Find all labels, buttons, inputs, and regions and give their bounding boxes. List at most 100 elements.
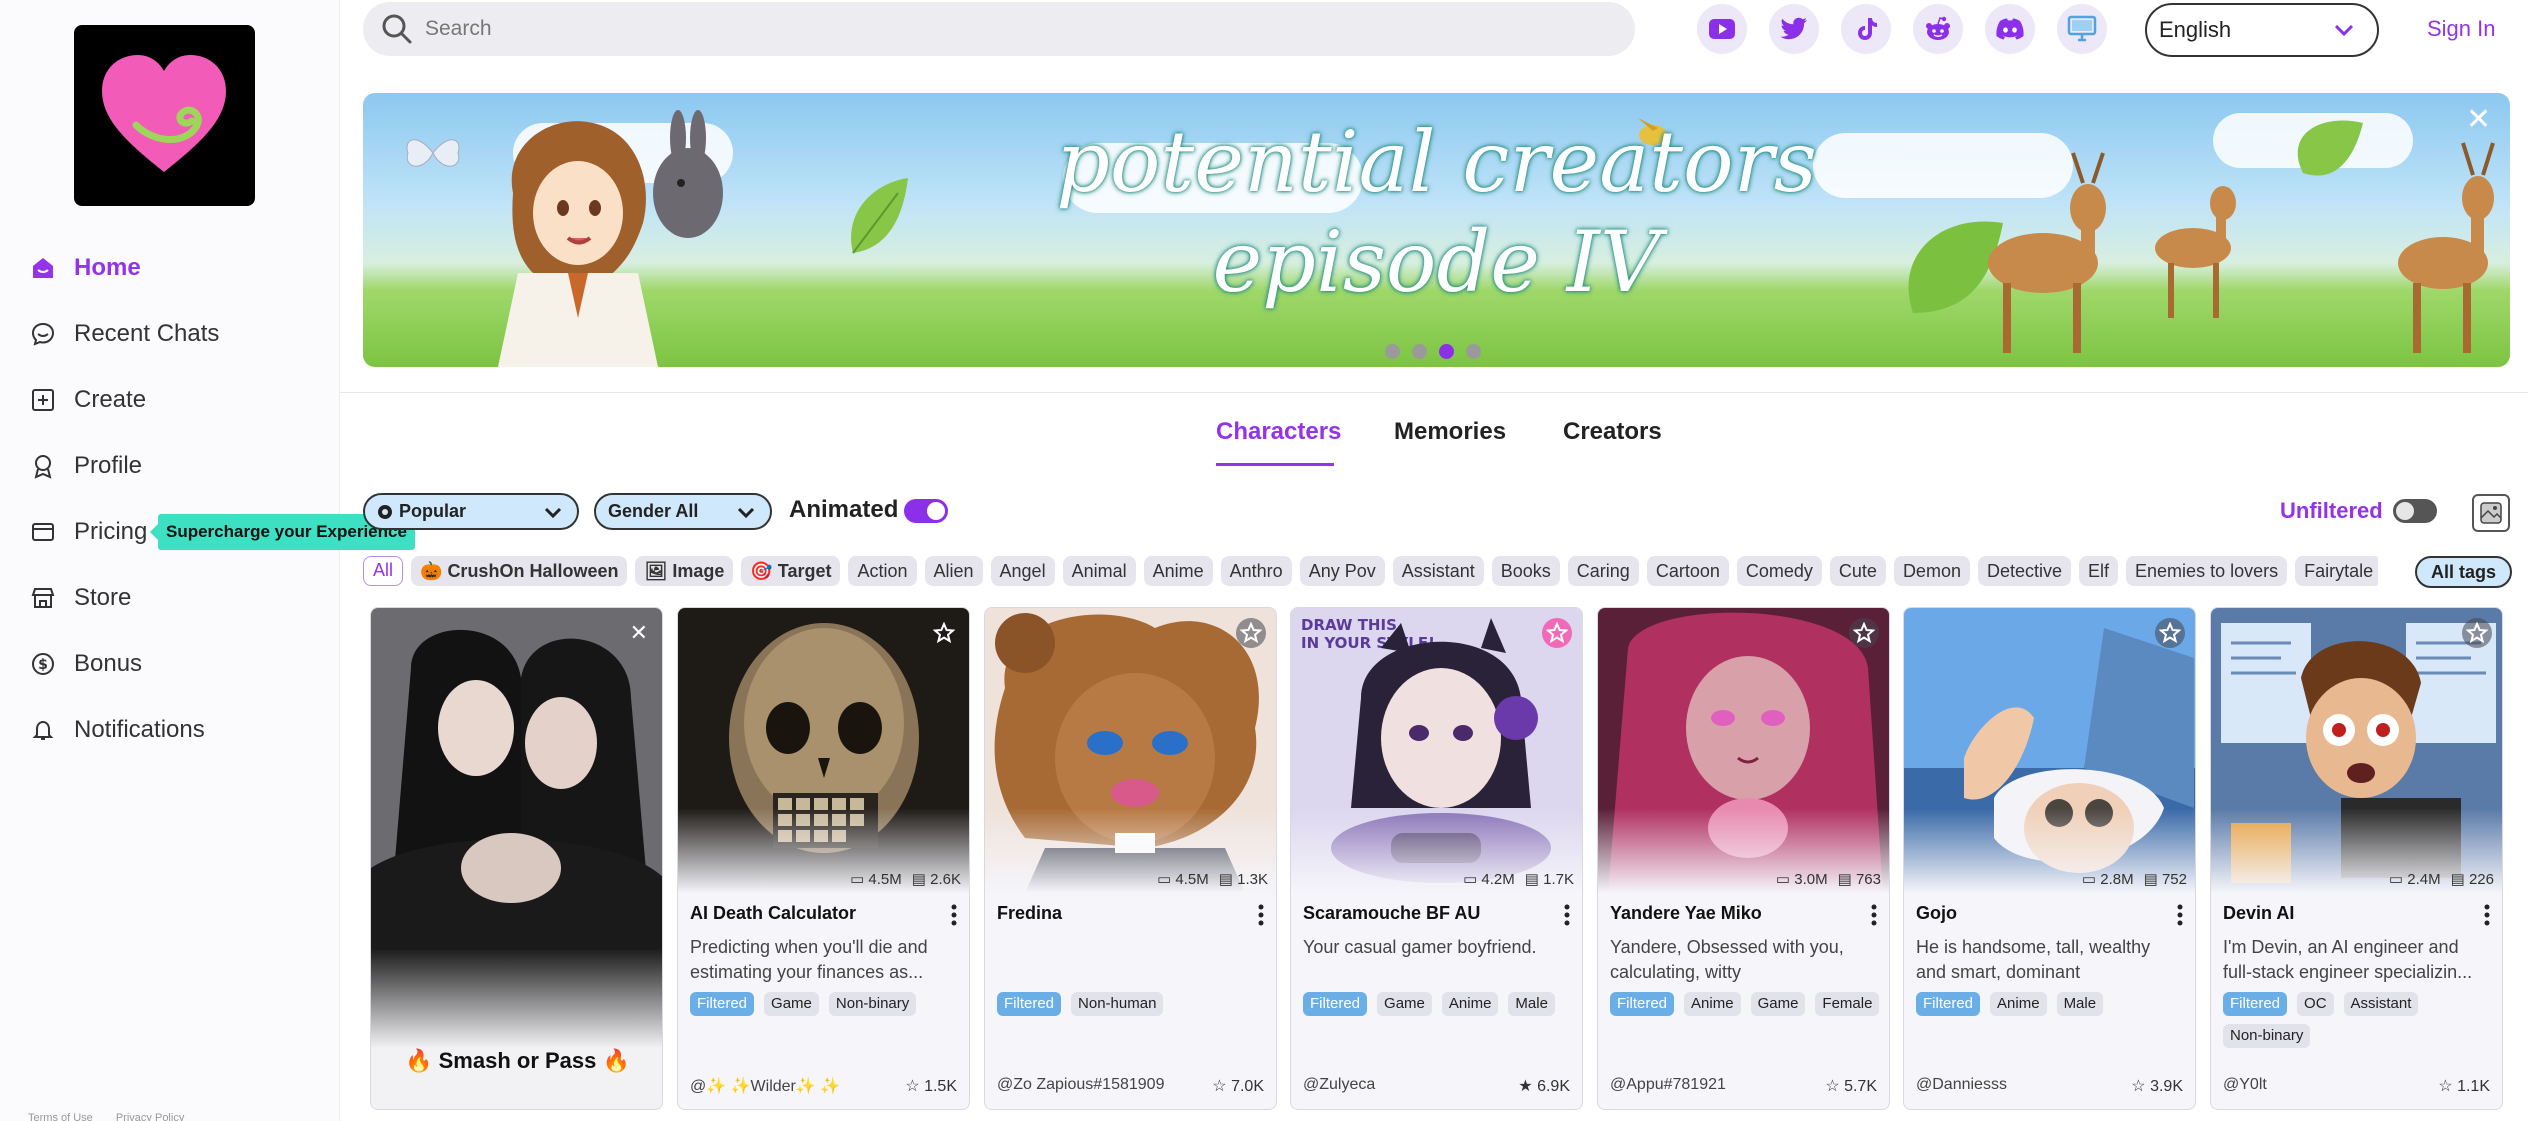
carousel-dot[interactable] (1466, 344, 1481, 359)
image-filter-button[interactable] (2472, 494, 2510, 532)
character-tags: Filtered Anime Game Female (1610, 992, 1880, 1016)
tag-anime[interactable]: Anime (1143, 556, 1213, 586)
tag-crushon-halloween[interactable]: 🎃 CrushOn Halloween (411, 556, 628, 586)
tag-all[interactable]: All (363, 556, 404, 586)
gender-dropdown[interactable]: Gender All (594, 493, 772, 530)
unfiltered-toggle[interactable] (2393, 499, 2437, 523)
nav-notifications[interactable]: Notifications (0, 697, 340, 763)
favorite-count: ☆ 7.0K (1212, 1076, 1264, 1096)
image-fade (371, 948, 662, 1048)
character-card[interactable]: ▭ 3.0M ▤ 763 Yandere Yae Miko Yandere, O… (1597, 607, 1890, 1110)
tab-creators[interactable]: Creators (1563, 418, 1662, 446)
favorite-star-icon[interactable] (1542, 618, 1572, 648)
more-options-icon[interactable] (1871, 904, 1877, 926)
star-outline-icon: ☆ (2131, 1078, 2146, 1095)
tab-characters[interactable]: Characters (1216, 418, 1341, 446)
tag-fairytale[interactable]: Fairytale (2295, 556, 2378, 586)
sort-dropdown[interactable]: Popular (363, 493, 579, 530)
language-select[interactable]: English (2145, 3, 2379, 57)
nav-profile[interactable]: Profile (0, 433, 340, 499)
creator-handle[interactable]: @Zo Zapious#1581909 (997, 1076, 1164, 1094)
carousel-dot-active[interactable] (1439, 344, 1454, 359)
tag-image[interactable]: 🖼 Image (635, 556, 734, 586)
character-card[interactable]: DRAW THIS IN YOUR STYLE! ▭ 4.2M ▤ 1.7K S… (1290, 607, 1583, 1110)
creator-handle[interactable]: @Danniesss (1916, 1076, 2007, 1094)
sign-in-link[interactable]: Sign In (2427, 16, 2496, 42)
tag-caring[interactable]: Caring (1567, 556, 1639, 586)
creator-handle[interactable]: @✨ ✨Wilder✨ ✨ (690, 1076, 840, 1096)
more-options-icon[interactable] (1258, 904, 1264, 926)
more-options-icon[interactable] (951, 904, 957, 926)
terms-link[interactable]: Terms of Use (28, 1112, 93, 1121)
more-options-icon[interactable] (2484, 904, 2490, 926)
app-logo[interactable] (74, 25, 255, 206)
message-count: ▤ 1.3K (1219, 870, 1268, 888)
tag-cartoon[interactable]: Cartoon (1646, 556, 1729, 586)
tag-angel[interactable]: Angel (990, 556, 1055, 586)
discord-icon[interactable] (1985, 4, 2035, 54)
youtube-icon[interactable] (1697, 4, 1747, 54)
favorite-star-icon[interactable] (2155, 618, 2185, 648)
favorite-count: ☆ 5.7K (1825, 1076, 1877, 1096)
tag-detective[interactable]: Detective (1977, 556, 2072, 586)
tag-assistant[interactable]: Assistant (1392, 556, 1484, 586)
favorite-star-icon[interactable] (929, 618, 959, 648)
favorite-star-icon[interactable] (1236, 618, 1266, 648)
smash-or-pass-text: Smash or Pass (438, 1048, 597, 1073)
toggle-knob (2396, 502, 2414, 520)
creator-handle[interactable]: @Y0lt (2223, 1076, 2267, 1094)
nav-home[interactable]: Home (0, 235, 340, 301)
privacy-link[interactable]: Privacy Policy (116, 1112, 184, 1121)
character-description: Yandere, Obsessed with you, calculating,… (1610, 937, 1844, 982)
tag-elf[interactable]: Elf (2079, 556, 2119, 586)
tag-any-pov[interactable]: Any Pov (1299, 556, 1385, 586)
tag-cute[interactable]: Cute (1829, 556, 1886, 586)
nav-store[interactable]: Store (0, 565, 340, 631)
all-tags-button[interactable]: All tags (2415, 556, 2513, 588)
tag-enemies-to-lovers[interactable]: Enemies to lovers (2126, 556, 2288, 586)
search-input[interactable] (425, 17, 1525, 41)
desktop-icon[interactable] (2057, 4, 2107, 54)
promo-banner[interactable]: potential creators episode IV (363, 93, 2510, 367)
tag-books[interactable]: Books (1491, 556, 1560, 586)
character-card[interactable]: ▭ 2.4M ▤ 226 Devin AI I'm Devin, an AI e… (2210, 607, 2503, 1110)
tag-animal[interactable]: Animal (1062, 556, 1136, 586)
favorite-star-icon[interactable] (2462, 618, 2492, 648)
favorite-star-icon[interactable] (1849, 618, 1879, 648)
nav-profile-label: Profile (74, 452, 143, 479)
card-stats: ▭ 4.2M ▤ 1.7K (1463, 870, 1574, 888)
tag-anthro[interactable]: Anthro (1220, 556, 1292, 586)
tiktok-icon[interactable] (1841, 4, 1891, 54)
tag-comedy[interactable]: Comedy (1736, 556, 1822, 586)
tag-alien[interactable]: Alien (924, 556, 983, 586)
search-bar[interactable] (363, 2, 1635, 56)
creator-handle[interactable]: @Zulyeca (1303, 1076, 1375, 1094)
nav-pricing[interactable]: Pricing Supercharge your Experience (0, 499, 415, 565)
tag-target[interactable]: 🎯 Target (741, 556, 841, 586)
nav-bonus[interactable]: $ Bonus (0, 631, 340, 697)
banner-close-icon[interactable]: ✕ (2466, 102, 2491, 137)
character-card[interactable]: ✕ 🔥 Smash or Pass 🔥 (370, 607, 663, 1110)
nav-create[interactable]: Create (0, 367, 340, 433)
creator-handle[interactable]: @Appu#781921 (1610, 1076, 1726, 1094)
nav-pricing-label: Pricing (74, 518, 148, 545)
character-tag: Non-binary (828, 992, 917, 1016)
twitter-icon[interactable] (1769, 4, 1819, 54)
tag-demon[interactable]: Demon (1893, 556, 1970, 586)
nav-recent-chats[interactable]: Recent Chats (0, 301, 340, 367)
more-options-icon[interactable] (2177, 904, 2183, 926)
character-name: Scaramouche BF AU (1303, 903, 1481, 923)
tab-memories[interactable]: Memories (1394, 418, 1506, 446)
more-options-icon[interactable] (1564, 904, 1570, 926)
carousel-dot[interactable] (1385, 344, 1400, 359)
tag-action[interactable]: Action (848, 556, 917, 586)
character-card[interactable]: ▭ 4.5M ▤ 1.3K Fredina Filtered Non-human… (984, 607, 1277, 1110)
carousel-dot[interactable] (1412, 344, 1427, 359)
image-filter-icon (2480, 502, 2502, 524)
character-description: Predicting when you'll die and estimatin… (690, 937, 928, 982)
reddit-icon[interactable] (1913, 4, 1963, 54)
character-card[interactable]: ▭ 2.8M ▤ 752 Gojo He is handsome, tall, … (1903, 607, 2196, 1110)
character-card[interactable]: ▭ 4.5M ▤ 2.6K AI Death Calculator Predic… (677, 607, 970, 1110)
animated-toggle[interactable] (904, 499, 948, 523)
close-icon[interactable]: ✕ (630, 620, 648, 646)
